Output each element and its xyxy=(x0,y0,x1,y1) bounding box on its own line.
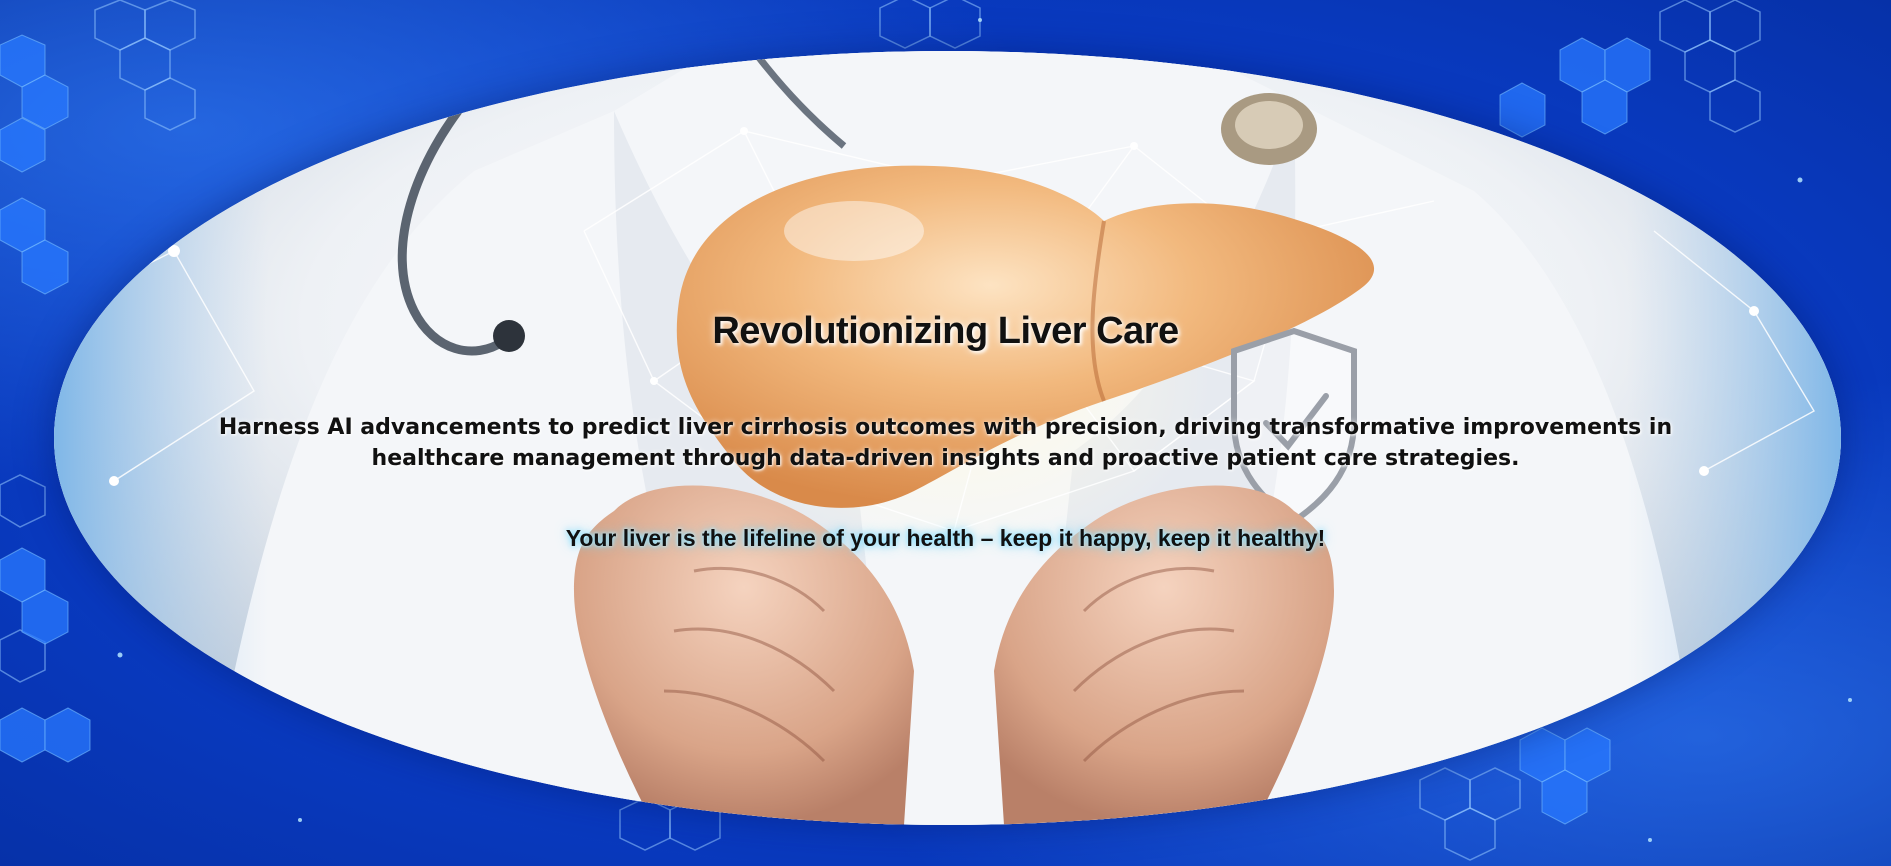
hero-content: Revolutionizing Liver Care Harness AI ad… xyxy=(0,0,1891,866)
hero-section: Revolutionizing Liver Care Harness AI ad… xyxy=(0,0,1891,866)
hero-title: Revolutionizing Liver Care xyxy=(712,310,1179,352)
hero-subtitle: Harness AI advancements to predict liver… xyxy=(218,415,1673,471)
hero-tagline: Your liver is the lifeline of your healt… xyxy=(565,525,1326,551)
